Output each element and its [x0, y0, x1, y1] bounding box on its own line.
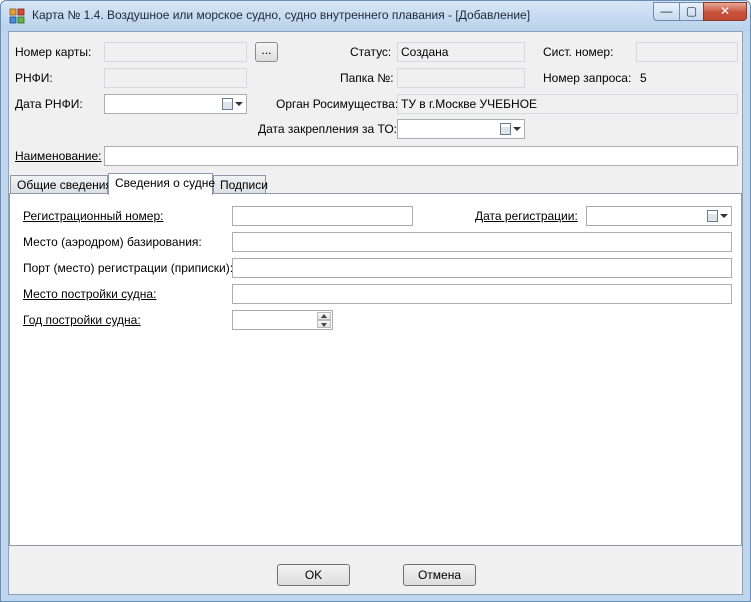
close-icon: ✕	[719, 4, 731, 18]
reg-date-label[interactable]: Дата регистрации:	[475, 209, 578, 223]
build-place-label[interactable]: Место постройки судна:	[23, 287, 156, 301]
app-icon	[9, 8, 25, 24]
tab-general[interactable]: Общие сведения	[10, 175, 112, 194]
name-label[interactable]: Наименование:	[15, 149, 102, 163]
org-field: ТУ в г.Москве УЧЕБНОЕ	[397, 94, 738, 114]
to-date-label: Дата закрепления за ТО:	[258, 122, 397, 136]
window-title: Карта № 1.4. Воздушное или морское судно…	[32, 8, 531, 22]
reg-port-label: Порт (место) регистрации (приписки):	[23, 261, 234, 275]
rnfi-label: РНФИ:	[15, 71, 53, 85]
chevron-down-icon	[720, 214, 728, 218]
dialog-client-area: Номер карты: ... Статус: Создана Сист. н…	[8, 31, 743, 595]
reg-port-input[interactable]	[232, 258, 732, 278]
calendar-icon	[707, 210, 718, 222]
maximize-icon: ▢	[685, 4, 698, 18]
cancel-button[interactable]: Отмена	[403, 564, 476, 586]
reg-number-label[interactable]: Регистрационный номер:	[23, 209, 163, 223]
rnfi-date-picker[interactable]	[104, 94, 247, 114]
build-place-input[interactable]	[232, 284, 732, 304]
build-year-stepper[interactable]	[232, 310, 333, 330]
request-number-label: Номер запроса:	[543, 71, 632, 85]
reg-number-input[interactable]	[232, 206, 413, 226]
sys-number-label: Сист. номер:	[543, 45, 614, 59]
tab-vessel-info[interactable]: Сведения о судне	[108, 173, 215, 195]
base-place-label: Место (аэродром) базирования:	[23, 235, 202, 249]
chevron-down-icon	[235, 102, 243, 106]
calendar-icon	[500, 123, 511, 135]
rnfi-date-label: Дата РНФИ:	[15, 97, 83, 111]
maximize-button[interactable]: ▢	[679, 2, 704, 21]
folder-label: Папка №:	[340, 71, 394, 85]
dialog-window: Карта № 1.4. Воздушное или морское судно…	[0, 0, 751, 602]
minimize-icon: —	[660, 4, 673, 18]
tab-signatures[interactable]: Подписи	[213, 175, 268, 194]
tab-panel-vessel-info: Регистрационный номер: Дата регистрации:…	[9, 193, 742, 546]
title-bar[interactable]: Карта № 1.4. Воздушное или морское судно…	[1, 1, 750, 31]
name-input[interactable]	[104, 146, 738, 166]
chevron-down-icon	[513, 127, 521, 131]
rnfi-field	[104, 68, 247, 88]
minimize-button[interactable]: —	[653, 2, 680, 21]
org-label: Орган Росимущества:	[276, 97, 399, 111]
ok-button[interactable]: OK	[277, 564, 350, 586]
to-date-picker[interactable]	[397, 119, 525, 139]
card-number-browse-button[interactable]: ...	[255, 42, 278, 62]
card-number-field	[104, 42, 247, 62]
card-number-label: Номер карты:	[15, 45, 92, 59]
build-year-label[interactable]: Год постройки судна:	[23, 313, 141, 327]
base-place-input[interactable]	[232, 232, 732, 252]
spin-up-icon[interactable]	[317, 312, 331, 320]
close-button[interactable]: ✕	[703, 2, 747, 21]
status-field: Создана	[397, 42, 525, 62]
status-label: Статус:	[350, 45, 392, 59]
spin-down-icon[interactable]	[317, 320, 331, 328]
folder-field	[397, 68, 525, 88]
sys-number-field	[636, 42, 738, 62]
reg-date-picker[interactable]	[586, 206, 732, 226]
request-number-field: 5	[640, 71, 647, 85]
calendar-icon	[222, 98, 233, 110]
